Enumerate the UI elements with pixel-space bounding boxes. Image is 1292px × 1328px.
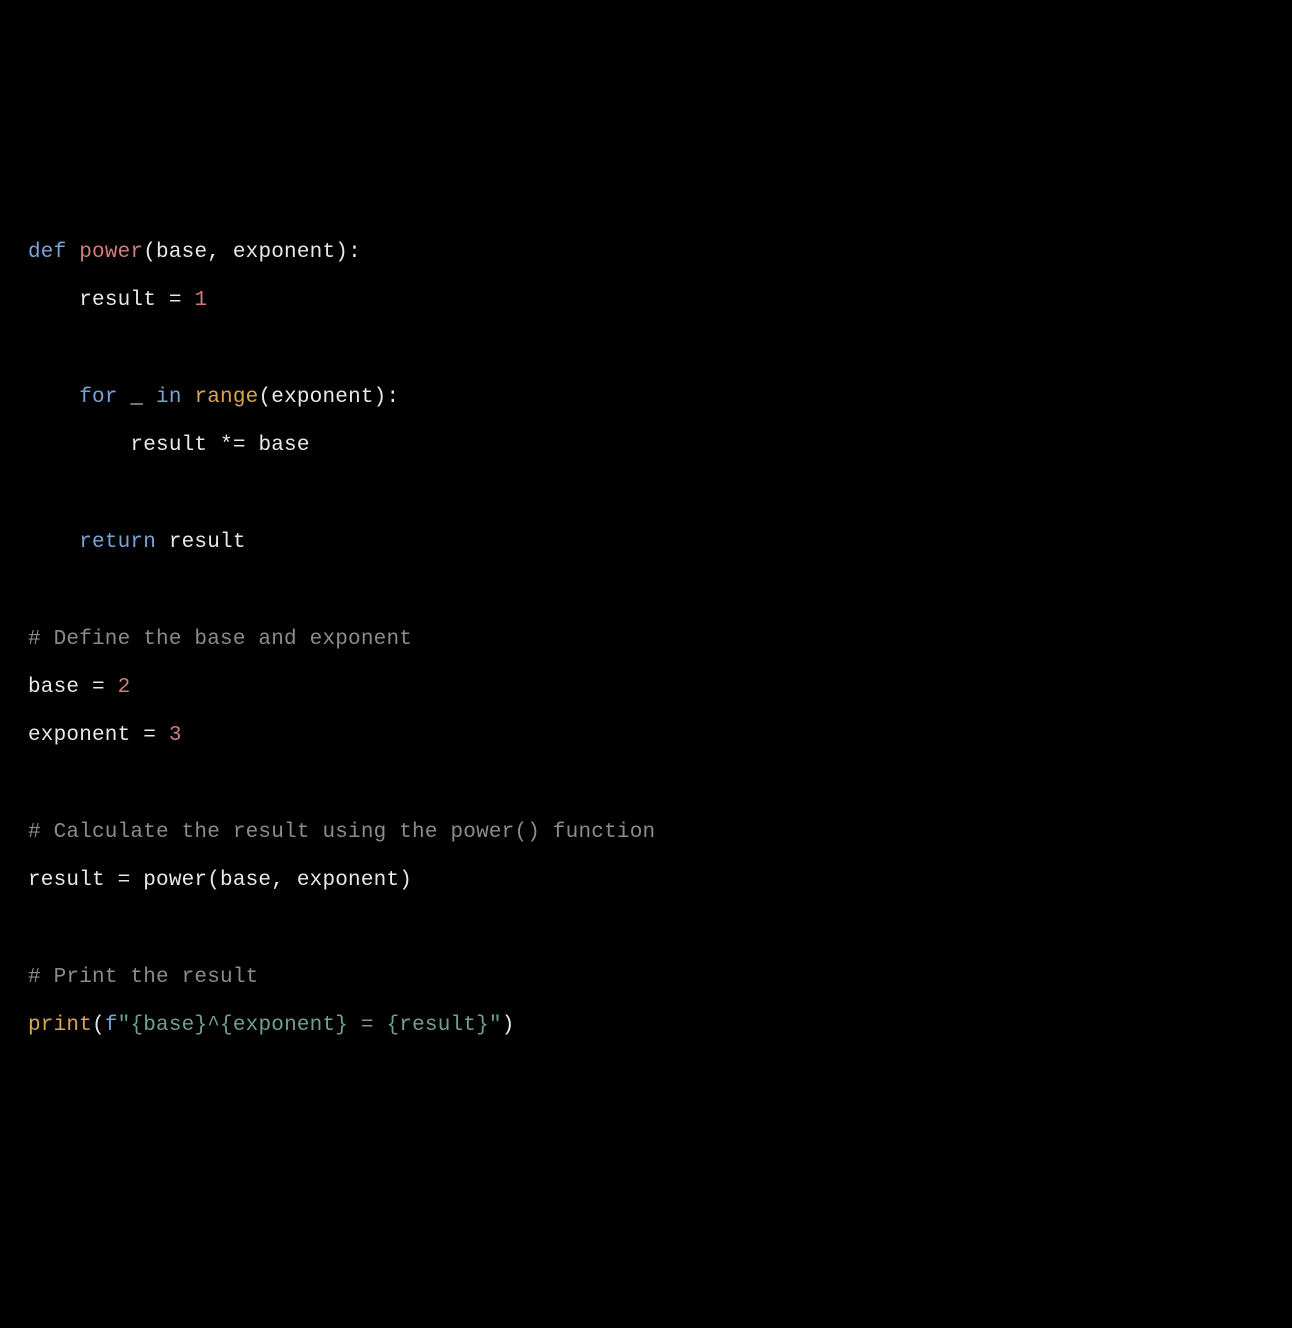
function-name: power [79, 241, 143, 264]
fstring-prefix: f [105, 1014, 118, 1037]
code-text: exponent = [28, 724, 169, 747]
code-text [182, 386, 195, 409]
code-indent [28, 289, 79, 312]
keyword-in: in [156, 386, 182, 409]
keyword-for: for [79, 386, 117, 409]
code-indent [28, 386, 79, 409]
comment: # Calculate the result using the power()… [28, 821, 655, 844]
code-text: ( [92, 1014, 105, 1037]
builtin-range: range [194, 386, 258, 409]
code-text: (exponent): [258, 386, 399, 409]
code-text: result [156, 531, 246, 554]
comment: # Define the base and exponent [28, 628, 412, 651]
number-literal: 1 [194, 289, 207, 312]
code-text: base = [28, 676, 118, 699]
code-text: ) [502, 1014, 515, 1037]
string-literal: "{base}^{exponent} = {result}" [118, 1014, 502, 1037]
code-block: def power(base, exponent): result = 1 fo… [28, 229, 1264, 1050]
keyword-def: def [28, 241, 66, 264]
code-text: _ [118, 386, 156, 409]
code-text [66, 241, 79, 264]
code-text: result *= base [130, 434, 309, 457]
keyword-return: return [79, 531, 156, 554]
code-text: (base, exponent): [143, 241, 361, 264]
code-text: result = [79, 289, 194, 312]
number-literal: 3 [169, 724, 182, 747]
comment: # Print the result [28, 966, 258, 989]
code-text: result = power(base, exponent) [28, 869, 412, 892]
code-indent [28, 531, 79, 554]
number-literal: 2 [118, 676, 131, 699]
code-indent [28, 434, 130, 457]
builtin-print: print [28, 1014, 92, 1037]
